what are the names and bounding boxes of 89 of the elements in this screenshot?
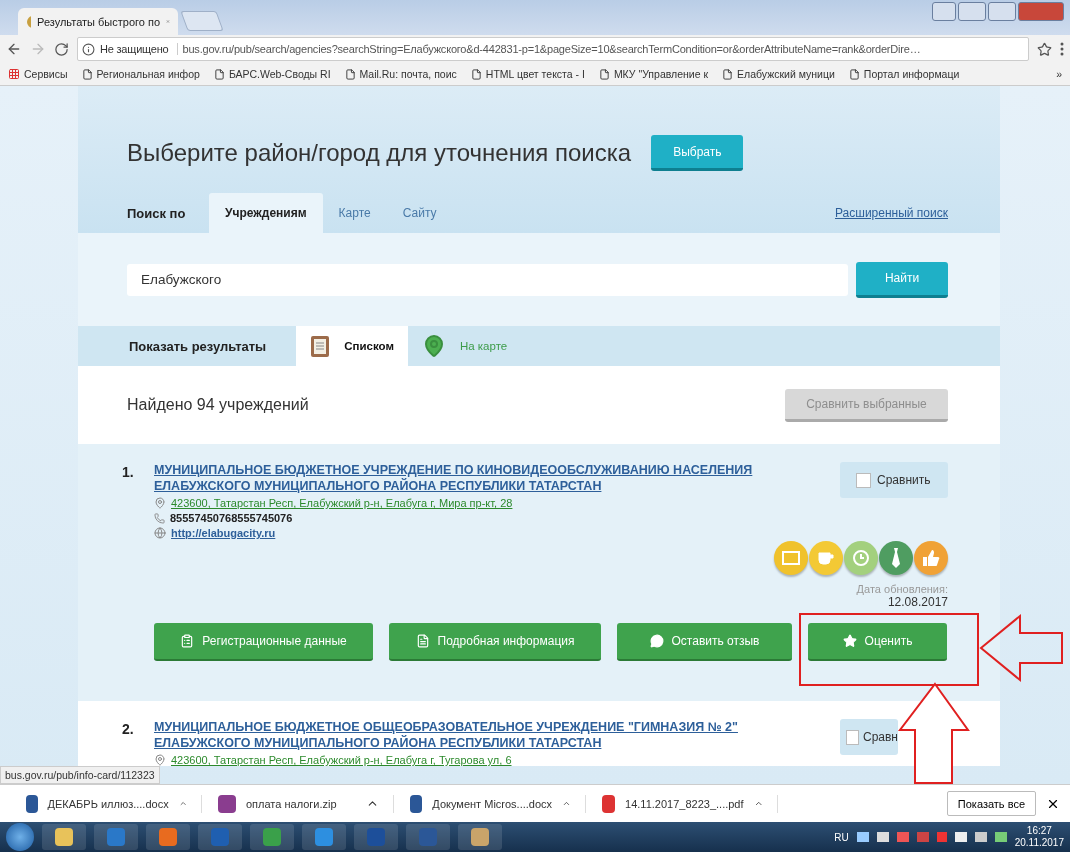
search-by-label: Поиск по	[127, 204, 187, 223]
star-icon	[842, 634, 857, 648]
new-tab-button[interactable]	[180, 11, 224, 31]
result-number: 2.	[122, 720, 135, 739]
download-item[interactable]: Документ Micros....docx	[394, 794, 586, 813]
bookmark[interactable]: Сервисы	[24, 68, 68, 80]
document-icon	[415, 634, 430, 648]
show-results-label: Показать результаты	[129, 337, 267, 356]
page-icon	[598, 68, 610, 80]
archive-icon	[218, 794, 236, 813]
checkbox[interactable]	[856, 472, 871, 488]
clipboard-icon	[180, 634, 195, 648]
bookmark[interactable]: БАРС.Web-Своды RI	[228, 68, 331, 80]
clipboard-icon	[310, 334, 331, 358]
institution-link[interactable]: МУНИЦИПАЛЬНОЕ БЮДЖЕТНОЕ УЧРЕЖДЕНИЕ ПО КИНОВИДЕООБСЛУЖИВАНИЮ НАСЕЛЕНИЯ ЕЛАБУЖСКОГО МУНИЦИПАЛЬНОГО РАЙОНА РЕСПУБЛИКИ ТАТАРСТАН	[154, 462, 774, 494]
url-text: bus.gov.ru/pub/search/agencies?searchString=Елабужского&d-442831-p=1&pageSize=10&searchTermCondition=or&orderAttributeName=rank&orderDire…	[182, 43, 921, 55]
language-indicator[interactable]: RU	[834, 831, 849, 843]
bookmark[interactable]: Портал информаци	[863, 68, 960, 80]
download-item[interactable]: 14.11.2017_8223_....pdf	[586, 794, 778, 813]
show-all-button[interactable]: Показать все	[946, 791, 1036, 816]
minimize-button[interactable]	[958, 2, 986, 21]
tray-icon	[782, 551, 800, 565]
page-icon	[470, 68, 482, 80]
status-url: bus.gov.ru/pub/info-card/112323	[0, 766, 160, 784]
page-icon	[722, 68, 734, 80]
word-file-icon	[410, 794, 423, 813]
menu-icon[interactable]	[1060, 42, 1064, 56]
clock-time: 16:27	[1026, 825, 1052, 837]
address-bar[interactable]: Не защищено bus.gov.ru/pub/search/agencies?searchString=Елабужского&d-442831-p=1&pageSize=10&searchTermCondition=or&orderAttributeName=rank&orderDire…	[77, 37, 1029, 61]
browser-tab[interactable]: Результаты быстрого по	[18, 8, 178, 35]
thumb-up-icon	[922, 549, 940, 567]
bookmark-star-icon[interactable]	[1037, 41, 1052, 57]
view-tab[interactable]: Списком	[296, 326, 408, 366]
bookmark[interactable]: МКУ "Управление к	[613, 68, 709, 80]
account-button[interactable]	[932, 2, 956, 21]
taskbar-app-icon[interactable]	[250, 824, 294, 850]
bookmark[interactable]: HTML цвет текста - I	[485, 68, 585, 80]
search-tab[interactable]: Карте	[322, 193, 387, 233]
compare-toggle[interactable]: Сравнить	[840, 462, 948, 498]
page-icon	[848, 68, 860, 80]
download-item[interactable]: ДЕКАБРЬ иллюз....docx	[10, 794, 202, 813]
taskbar-app-icon[interactable]	[42, 824, 86, 850]
bookmark[interactable]: Елабужский муници	[737, 68, 835, 80]
results-count: Найдено 94 учреждений	[127, 396, 309, 414]
page-icon	[213, 68, 225, 80]
download-item[interactable]: оплата налоги.zip	[202, 794, 394, 813]
phone-icon	[154, 512, 165, 524]
result-number: 1.	[122, 463, 135, 482]
forward-icon[interactable]	[30, 41, 46, 57]
updated-date: 12.08.2017	[886, 595, 948, 609]
location-icon	[154, 754, 166, 766]
security-label: Не защищено	[100, 43, 178, 55]
apps-icon	[8, 68, 20, 80]
bookmark[interactable]: Региональная инфор	[96, 68, 200, 80]
cup-icon	[817, 551, 835, 565]
website-link[interactable]: http://elabugacity.ru	[171, 527, 276, 539]
maximize-button[interactable]	[988, 2, 1016, 21]
pdf-file-icon	[602, 794, 616, 813]
phone-number: 85557450768555745076	[170, 512, 293, 524]
region-heading: Выберите район/город для уточнения поиска	[127, 139, 632, 167]
back-icon[interactable]	[6, 41, 22, 57]
reload-icon[interactable]	[54, 41, 69, 57]
address-link[interactable]: 423600, Татарстан Респ, Елабужский р-н, Елабуга г, Тугарова ул, 6	[171, 754, 512, 766]
search-tab[interactable]: Сайту	[386, 193, 453, 233]
page-icon	[344, 68, 356, 80]
advanced-search-link[interactable]: Расширенный поиск	[835, 206, 948, 220]
compare-toggle[interactable]: Сравн	[840, 719, 898, 755]
checkbox[interactable]	[846, 729, 859, 745]
updated-label: Дата обновления:	[855, 583, 948, 595]
search-field[interactable]: Елабужского	[127, 263, 848, 296]
institution-link[interactable]: МУНИЦИПАЛЬНОЕ БЮДЖЕТНОЕ ОБЩЕОБРАЗОВАТЕЛЬНОЕ УЧРЕЖДЕНИЕ "ГИМНАЗИЯ № 2" ЕЛАБУЖСКОГО МУНИЦИПАЛЬНОГО РАЙОНА РЕСПУБЛИКИ ТАТАРСТАН	[154, 719, 774, 751]
clock-icon	[852, 549, 870, 567]
speech-bubble-icon	[649, 634, 664, 648]
page-icon	[81, 68, 93, 80]
bookmark[interactable]: Mail.Ru: почта, поис	[359, 68, 457, 80]
clock-date: 20.11.2017	[1014, 837, 1064, 849]
taskbar-app-icon[interactable]	[146, 824, 190, 850]
tab-title: Результаты быстрого по	[37, 15, 161, 28]
taskbar-app-icon[interactable]	[302, 824, 346, 850]
start-button[interactable]	[6, 823, 34, 851]
word-file-icon	[26, 794, 38, 813]
info-icon	[82, 42, 95, 56]
search-tab[interactable]: Учреждениям	[209, 193, 323, 233]
address-link[interactable]: 423600, Татарстан Респ, Елабужский р-н, Елабуга г, Мира пр-кт, 28	[171, 497, 513, 509]
globe-icon	[154, 527, 166, 539]
tie-icon	[891, 548, 901, 568]
location-icon	[154, 497, 166, 509]
taskbar-app-icon[interactable]	[458, 824, 502, 850]
more-bookmarks[interactable]: »	[1056, 68, 1062, 80]
